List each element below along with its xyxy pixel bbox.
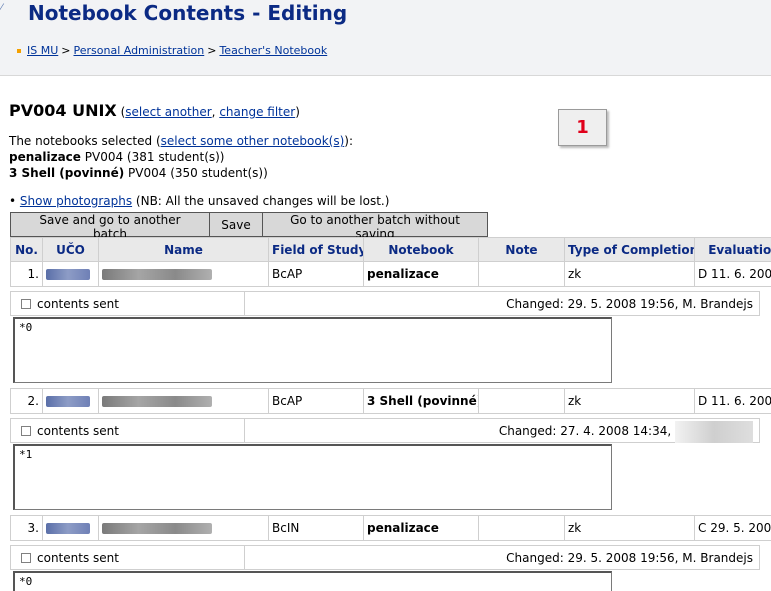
field-of-study: BcAP [268,388,364,414]
table-header-row: No. UČO Name Field of Study Notebook Not… [10,237,771,262]
bullet-icon [17,49,21,53]
breadcrumb-separator: > [207,44,217,57]
changed-info: Changed: 29. 5. 2008 19:56, M. Brandejs [245,291,760,316]
change-filter-link[interactable]: change filter [219,105,295,119]
contents-row: contents sent Changed: 27. 4. 2008 14:34… [10,418,760,443]
col-notebook: Notebook [363,237,479,262]
notebook-cell: 3 Shell (povinné) [363,388,479,414]
col-completion: Type of Completion [564,237,695,262]
breadcrumb-separator: > [61,44,71,57]
uco-link[interactable] [42,388,99,414]
button-bar: Save and go to another batch Save Go to … [10,212,488,241]
uco-link[interactable] [42,261,99,287]
notebook-name: 3 Shell (povinné) [9,166,125,180]
changed-info: Changed: 29. 5. 2008 19:56, M. Brandejs [245,545,760,570]
page-title: Notebook Contents - Editing [28,1,348,25]
student-name [98,515,269,541]
selection-intro-end: ): [344,134,354,148]
selection-intro: The notebooks selected ( [9,134,161,148]
breadcrumb-is-mu[interactable]: IS MU [27,44,58,57]
go-without-saving-button[interactable]: Go to another batch without saving [262,212,488,241]
contents-sent-cell: contents sent [10,418,245,443]
col-uco: UČO [42,237,99,262]
notebook-name: penalizace [9,150,81,164]
page-header: ⁄ Notebook Contents - Editing IS MU > Pers… [0,0,771,76]
evaluation-cell: D 11. 6. 2008 [694,388,771,414]
notebook-detail: PV004 (381 student(s)) [80,150,225,164]
show-photographs-link[interactable]: Show photographs [20,194,132,208]
evaluation-cell: C 29. 5. 2008 [694,515,771,541]
col-note: Note [478,237,565,262]
completion-cell: zk [564,261,695,287]
completion-cell: zk [564,388,695,414]
students-table-row-3: 3. BcIN penalizace zk C 29. 5. 2008 [10,515,771,541]
completion-cell: zk [564,515,695,541]
notebook-cell: penalizace [363,515,479,541]
select-other-notebooks-link[interactable]: select some other notebook(s) [161,134,345,148]
contents-sent-cell: contents sent [10,545,245,570]
redacted-name [675,420,753,443]
student-name [98,261,269,287]
breadcrumb: IS MU > Personal Administration > Teacher's … [17,44,327,57]
note-cell [478,261,565,287]
col-field: Field of Study [268,237,364,262]
selected-notebook-1: penalizace PV004 (381 student(s)) [9,150,225,164]
course-title: PV004 UNIX [9,101,117,120]
selected-notebook-2: 3 Shell (povinné) PV004 (350 student(s)) [9,166,268,180]
bullet-icon: • [9,194,17,208]
row-no: 3. [10,515,43,541]
contents-sent-label: contents sent [37,551,119,565]
notebook-contents-textarea[interactable]: *0 [13,317,612,383]
paren-close: ) [295,105,300,119]
notebooks-selected-line: The notebooks selected (select some othe… [9,134,353,148]
contents-sent-checkbox[interactable] [21,553,31,563]
row-no: 1. [10,261,43,287]
note-cell [478,388,565,414]
field-of-study: BcIN [268,515,364,541]
contents-row: contents sent Changed: 29. 5. 2008 19:56… [10,291,760,316]
contents-sent-checkbox[interactable] [21,426,31,436]
course-line: PV004 UNIX (select another, change filte… [9,101,300,120]
col-evaluation: Evaluation [694,237,771,262]
contents-row: contents sent Changed: 29. 5. 2008 19:56… [10,545,760,570]
contents-sent-cell: contents sent [10,291,245,316]
notebook-contents-textarea[interactable]: *0 [13,571,612,591]
row-no: 2. [10,388,43,414]
col-name: Name [98,237,269,262]
notebook-detail: PV004 (350 student(s)) [124,166,268,180]
photos-line: • Show photographs (NB: All the unsaved … [9,194,389,208]
student-name [98,388,269,414]
table-row: 3. BcIN penalizace zk C 29. 5. 2008 [10,515,771,541]
changed-text: Changed: 27. 4. 2008 14:34, [498,424,672,438]
contents-sent-checkbox[interactable] [21,299,31,309]
uco-link[interactable] [42,515,99,541]
batch-number-badge: 1 [558,109,607,146]
evaluation-cell: D 11. 6. 2008 [694,261,771,287]
field-of-study: BcAP [268,261,364,287]
students-table: No. UČO Name Field of Study Notebook Not… [10,237,771,287]
students-table-row-2: 2. BcAP 3 Shell (povinné) zk D 11. 6. 20… [10,388,771,414]
photos-note: (NB: All the unsaved changes will be los… [132,194,390,208]
save-button[interactable]: Save [209,212,263,237]
col-no: No. [10,237,43,262]
contents-sent-label: contents sent [37,424,119,438]
breadcrumb-teachers-notebook[interactable]: Teacher's Notebook [219,44,327,57]
table-row: 1. BcAP penalizace zk D 11. 6. 2008 [10,261,771,287]
notebook-cell: penalizace [363,261,479,287]
contents-sent-label: contents sent [37,297,119,311]
note-cell [478,515,565,541]
breadcrumb-personal-administration[interactable]: Personal Administration [73,44,204,57]
table-row: 2. BcAP 3 Shell (povinné) zk D 11. 6. 20… [10,388,771,414]
changed-info: Changed: 27. 4. 2008 14:34, [245,418,760,443]
save-and-go-button[interactable]: Save and go to another batch [10,212,210,241]
select-another-link[interactable]: select another [125,105,211,119]
corner-mark-icon: ⁄ [1,3,3,13]
notebook-contents-textarea[interactable]: *1 [13,444,612,510]
